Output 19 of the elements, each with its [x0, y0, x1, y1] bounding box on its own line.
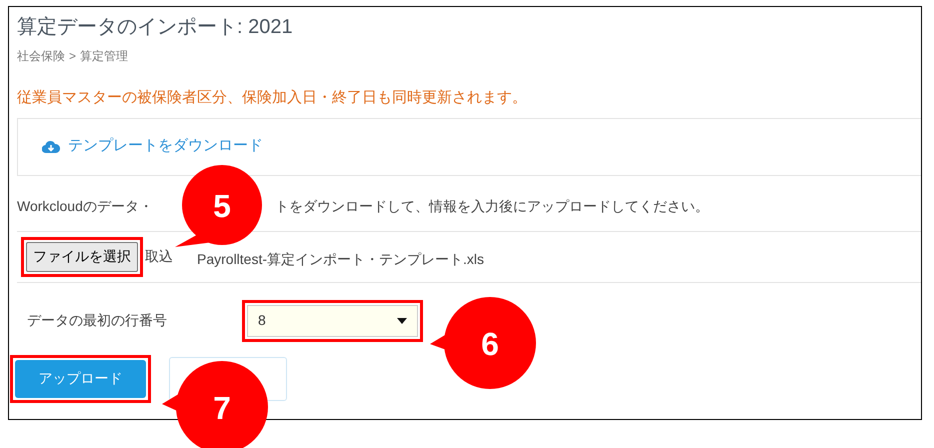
callout-number: 5 — [213, 188, 231, 224]
cloud-download-icon — [42, 140, 60, 154]
choose-file-button[interactable]: ファイルを選択 — [26, 242, 138, 272]
file-label: 取込 — [145, 247, 173, 266]
breadcrumb-link[interactable]: 算定管理 — [80, 47, 128, 65]
download-link[interactable]: テンプレートをダウンロード — [42, 135, 263, 158]
file-name: Payrolltest-算定インポート・テンプレート.xls — [197, 250, 484, 269]
page-title: 算定データのインポート: 2021 — [17, 15, 293, 40]
dropdown-arrow-icon — [397, 318, 407, 324]
callout-number: 7 — [213, 390, 231, 426]
field-label: データの最初の行番号 — [27, 311, 168, 330]
callout-number: 6 — [481, 326, 499, 362]
row-number-select[interactable]: 8 — [247, 304, 418, 336]
instruction-text: トをダウンロードして、情報を入力後にアップロードしてください。 — [274, 196, 709, 216]
notice-text: 従業員マスターの被保険者区分、保険加入日・終了日も同時更新されます。 — [17, 88, 527, 108]
breadcrumb-separator: > — [69, 48, 76, 65]
upload-button[interactable]: アップロード — [15, 360, 146, 398]
instruction-text: Workcloudのデータ・ — [17, 196, 153, 216]
breadcrumb-link[interactable]: 社会保険 — [17, 47, 65, 65]
